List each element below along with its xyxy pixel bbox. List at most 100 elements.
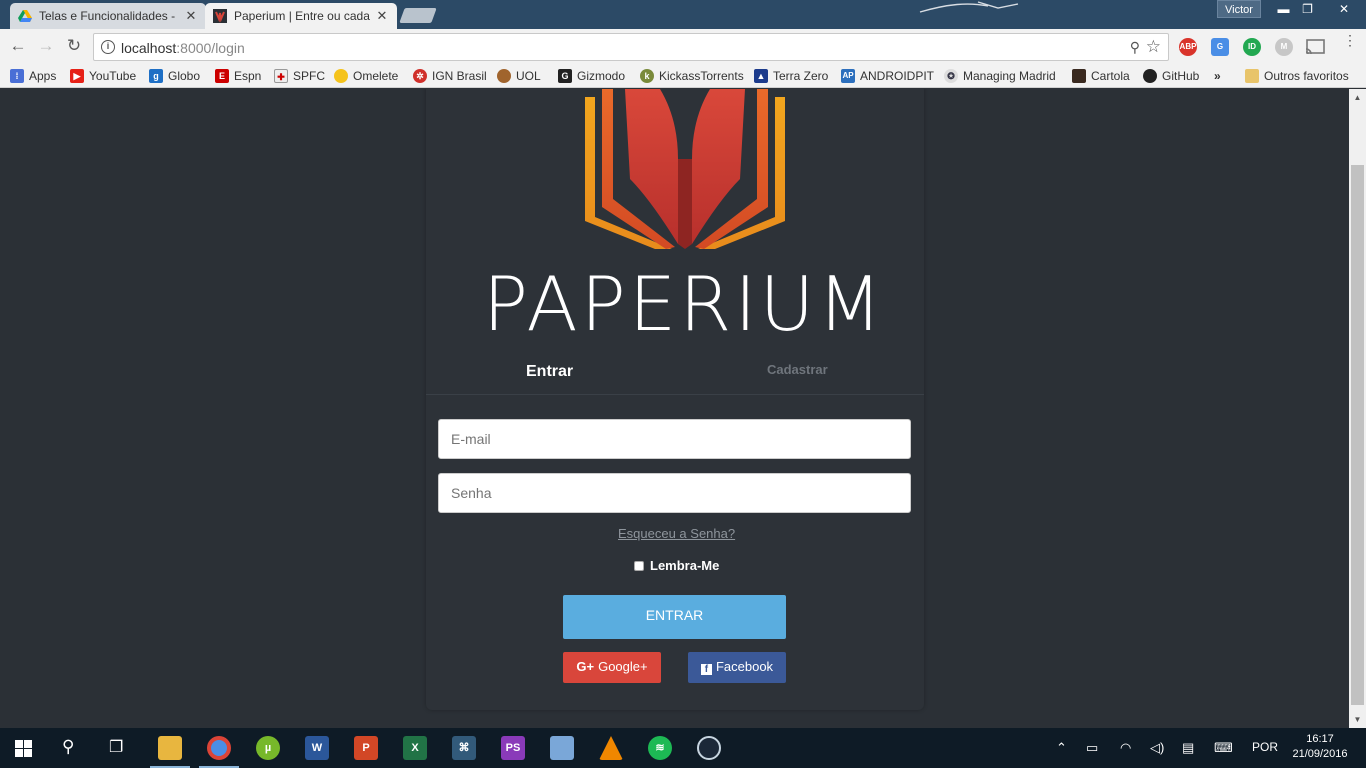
url-text[interactable]: localhost:8000/login — [121, 40, 245, 56]
tab-cadastrar[interactable]: Cadastrar — [767, 362, 828, 377]
info-icon[interactable]: i — [101, 40, 115, 54]
excel-icon[interactable]: X — [403, 736, 427, 760]
restore-icon[interactable]: ❐ — [1294, 0, 1321, 18]
clock-time: 16:17 — [1306, 733, 1334, 745]
bookmark-spfc[interactable]: ✚ SPFC — [274, 67, 325, 84]
search-icon[interactable]: ⚲ — [62, 737, 74, 757]
powerpoint-icon[interactable]: P — [354, 736, 378, 760]
bookmark-label: ANDROIDPIT — [860, 68, 935, 83]
minimize-icon[interactable]: ▬ — [1270, 0, 1297, 18]
enter-button[interactable]: ENTRAR — [563, 595, 786, 639]
bookmark-kickasstorrents[interactable]: k KickassTorrents — [640, 67, 744, 84]
close-icon[interactable]: ✕ — [375, 8, 389, 24]
bookmarks-bar: ⁞ Apps ▶ YouTube g Globo E Espn ✚ SPFC Omelet… — [0, 63, 1366, 88]
auth-tabs — [426, 361, 924, 395]
bookmark-label: Terra Zero — [773, 68, 829, 83]
close-window-icon[interactable]: ✕ — [1324, 0, 1364, 18]
bookmark-gizmodo[interactable]: G Gizmodo — [558, 67, 625, 84]
bookmark-espn[interactable]: E Espn — [215, 67, 261, 84]
zoom-icon[interactable]: ⚲ — [1130, 39, 1140, 56]
vlc-icon[interactable] — [599, 736, 623, 760]
close-icon[interactable]: ✕ — [184, 8, 198, 24]
file-explorer-icon[interactable] — [158, 736, 182, 760]
phpstorm-icon[interactable]: PS — [501, 736, 525, 760]
keyboard-icon[interactable]: ⌨ — [1214, 740, 1233, 756]
tab-paperium[interactable]: Paperium | Entre ou cada ✕ — [205, 3, 397, 29]
forgot-password-link[interactable]: Esqueceu a Senha? — [618, 526, 735, 541]
bookmark-label: Managing Madrid — [963, 68, 1056, 83]
remember-me[interactable]: Lembra-Me — [634, 558, 719, 573]
utorrent-icon[interactable]: µ — [256, 736, 280, 760]
bookmark-label: Omelete — [353, 68, 399, 83]
google-button-label: Google+ — [598, 659, 648, 674]
remember-me-label: Lembra-Me — [650, 558, 720, 573]
bookmark-label: YouTube — [89, 68, 137, 83]
ign-icon: ✲ — [413, 68, 427, 83]
bookmark-managing-madrid[interactable]: ✪ Managing Madrid — [944, 67, 1056, 84]
more-bookmarks-icon[interactable]: » — [1214, 67, 1221, 84]
spfc-icon: ✚ — [274, 68, 288, 83]
bookmark-apps[interactable]: ⁞ Apps — [10, 67, 56, 84]
extension-icon[interactable]: M — [1275, 38, 1293, 56]
steam-icon[interactable] — [697, 736, 721, 760]
facebook-login-button[interactable]: f Facebook — [688, 652, 786, 683]
youtube-icon: ▶ — [70, 68, 84, 83]
bookmark-outros-favoritos[interactable]: Outros favoritos — [1245, 67, 1349, 84]
address-bar[interactable]: i localhost:8000/login ⚲ ☆ — [93, 33, 1169, 61]
language-indicator[interactable]: POR — [1252, 740, 1278, 754]
bookmark-label: Apps — [29, 68, 57, 83]
show-hidden-icons-icon[interactable]: ⌃ — [1056, 740, 1067, 756]
tab-telas-funcionalidades[interactable]: Telas e Funcionalidades - ✕ — [10, 3, 206, 29]
bookmark-youtube[interactable]: ▶ YouTube — [70, 67, 136, 84]
bookmark-github[interactable]: GitHub — [1143, 67, 1199, 84]
tab-title: Telas e Funcionalidades - — [39, 9, 176, 23]
bookmark-label: Cartola — [1091, 68, 1130, 83]
back-icon[interactable]: ← — [8, 36, 28, 56]
virtualbox-icon[interactable] — [550, 736, 574, 760]
google-translate-icon[interactable]: G — [1211, 38, 1229, 56]
profile-button[interactable]: Victor — [1217, 0, 1261, 18]
bookmark-star-icon[interactable]: ☆ — [1146, 37, 1161, 57]
password-field[interactable] — [438, 473, 911, 513]
chrome-icon[interactable] — [207, 736, 231, 760]
adblock-plus-icon[interactable]: ABP — [1179, 38, 1197, 56]
windows-start-icon[interactable] — [15, 740, 32, 757]
bookmark-androidpit[interactable]: AP ANDROIDPIT — [841, 67, 934, 84]
bookmark-ign-brasil[interactable]: ✲ IGN Brasil — [413, 67, 487, 84]
bookmark-label: Espn — [234, 68, 262, 83]
wifi-icon[interactable]: ◠ — [1120, 740, 1131, 756]
scrollbar-thumb[interactable] — [1351, 165, 1364, 705]
tab-entrar[interactable]: Entrar — [526, 363, 573, 381]
bookmark-terra-zero[interactable]: ▲ Terra Zero — [754, 67, 828, 84]
bookmark-globo[interactable]: g Globo — [149, 67, 200, 84]
androidpit-icon: AP — [841, 68, 855, 83]
cast-icon[interactable] — [1305, 39, 1325, 55]
email-field[interactable] — [438, 419, 911, 459]
menu-icon[interactable]: ⋮ — [1343, 33, 1357, 47]
bookmark-cartola[interactable]: Cartola — [1072, 67, 1130, 84]
bookmark-omelete[interactable]: Omelete — [334, 67, 398, 84]
new-tab-button[interactable] — [399, 8, 437, 23]
scrollbar[interactable]: ▲ ▼ — [1349, 89, 1366, 728]
forward-icon[interactable]: → — [36, 36, 56, 56]
remember-me-checkbox[interactable] — [634, 560, 644, 571]
google-login-button[interactable]: G+ Google+ — [563, 652, 661, 683]
clock[interactable]: 16:17 21/09/2016 — [1288, 732, 1352, 762]
mysql-workbench-icon[interactable]: ⌘ — [452, 736, 476, 760]
volume-icon[interactable]: ◁) — [1150, 740, 1164, 756]
bookmark-label: GitHub — [1162, 68, 1200, 83]
task-view-icon[interactable]: ❐ — [109, 737, 123, 757]
facebook-button-label: Facebook — [715, 659, 774, 674]
spotify-icon[interactable]: ≋ — [648, 736, 672, 760]
globo-icon: g — [149, 68, 163, 83]
reload-icon[interactable]: ↻ — [64, 36, 84, 56]
notifications-icon[interactable]: ▤ — [1182, 740, 1194, 756]
word-icon[interactable]: W — [305, 736, 329, 760]
folder-icon — [1245, 68, 1259, 83]
scroll-up-icon[interactable]: ▲ — [1349, 89, 1366, 106]
scroll-down-icon[interactable]: ▼ — [1349, 711, 1366, 728]
bookmark-uol[interactable]: UOL — [497, 67, 541, 84]
battery-icon[interactable]: ▭ — [1086, 740, 1098, 756]
bookmark-label: Gizmodo — [577, 68, 626, 83]
extension-icon[interactable]: ID — [1243, 38, 1261, 56]
